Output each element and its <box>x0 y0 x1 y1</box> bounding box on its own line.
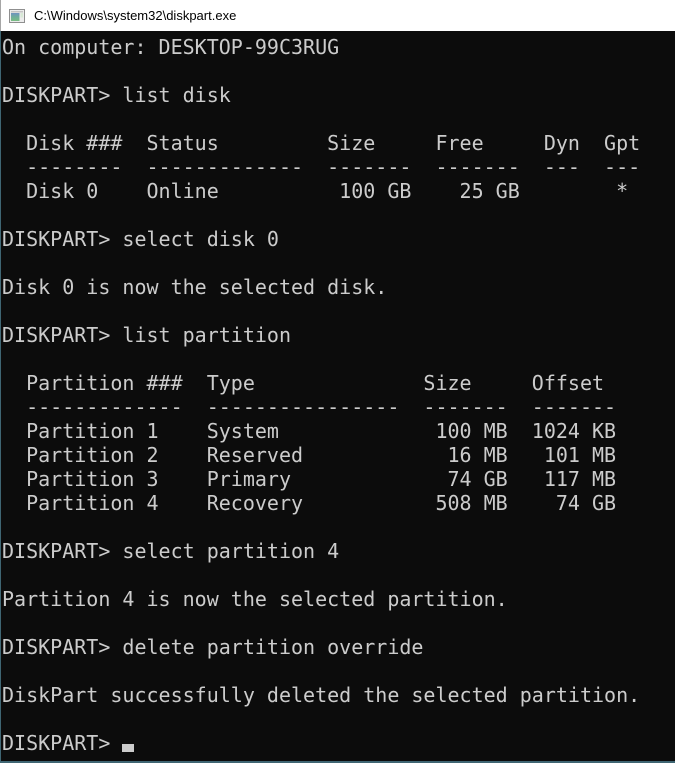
terminal-line: DISKPART> list partition <box>2 323 675 347</box>
terminal-line: DISKPART> select disk 0 <box>2 227 675 251</box>
terminal-line <box>2 251 675 275</box>
terminal-line <box>2 707 675 731</box>
terminal-line: On computer: DESKTOP-99C3RUG <box>2 35 675 59</box>
terminal-line <box>2 611 675 635</box>
terminal-line: Partition ### Type Size Offset <box>2 371 675 395</box>
window-title: C:\Windows\system32\diskpart.exe <box>34 8 236 23</box>
terminal-line: DISKPART> list disk <box>2 83 675 107</box>
terminal-line <box>2 515 675 539</box>
terminal-line <box>2 299 675 323</box>
terminal-line <box>2 659 675 683</box>
diskpart-window: C:\Windows\system32\diskpart.exe On comp… <box>0 0 675 763</box>
terminal-line: Partition 4 is now the selected partitio… <box>2 587 675 611</box>
terminal-line: Disk 0 Online 100 GB 25 GB * <box>2 179 675 203</box>
console-app-icon[interactable] <box>9 8 25 24</box>
terminal-line <box>2 203 675 227</box>
title-bar[interactable]: C:\Windows\system32\diskpart.exe <box>0 0 675 31</box>
terminal-line <box>2 59 675 83</box>
terminal-line: DiskPart successfully deleted the select… <box>2 683 675 707</box>
text-cursor <box>122 744 134 752</box>
terminal-line: Disk ### Status Size Free Dyn Gpt <box>2 131 675 155</box>
terminal-line: Partition 1 System 100 MB 1024 KB <box>2 419 675 443</box>
terminal-line: DISKPART> select partition 4 <box>2 539 675 563</box>
terminal-line: Disk 0 is now the selected disk. <box>2 275 675 299</box>
terminal-output[interactable]: On computer: DESKTOP-99C3RUG DISKPART> li… <box>0 31 675 763</box>
terminal-line: ------------- ---------------- ------- -… <box>2 395 675 419</box>
terminal-line <box>2 347 675 371</box>
terminal-line: DISKPART> <box>2 731 675 755</box>
terminal-line: Partition 2 Reserved 16 MB 101 MB <box>2 443 675 467</box>
terminal-line: Partition 4 Recovery 508 MB 74 GB <box>2 491 675 515</box>
terminal-line <box>2 563 675 587</box>
terminal-line <box>2 107 675 131</box>
terminal-line: DISKPART> delete partition override <box>2 635 675 659</box>
terminal-line: -------- ------------- ------- ------- -… <box>2 155 675 179</box>
terminal-line: Partition 3 Primary 74 GB 117 MB <box>2 467 675 491</box>
